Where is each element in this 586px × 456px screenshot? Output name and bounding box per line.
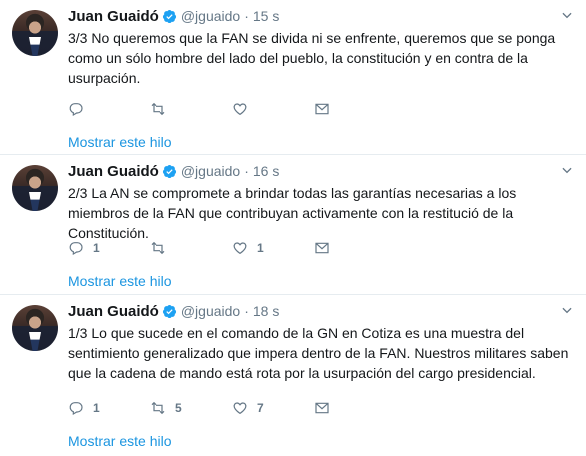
author-name[interactable]: Juan Guaidó: [68, 8, 159, 25]
tweet-timeline: Juan Guaidó @jguaido · 15 s 3/3 No quere…: [0, 0, 586, 456]
retweet-button[interactable]: [150, 240, 232, 256]
reply-icon: [69, 242, 83, 256]
like-button[interactable]: 1: [232, 240, 314, 256]
reply-count: 1: [93, 401, 100, 415]
tweet-header: Juan Guaidó @jguaido · 18 s: [68, 300, 576, 322]
retweet-icon: [151, 401, 165, 415]
author-handle[interactable]: @jguaido: [181, 303, 240, 319]
retweet-button[interactable]: 5: [150, 400, 232, 416]
separator-dot: ·: [244, 8, 249, 24]
tweet-text: 1/3 Lo que sucede en el comando de la GN…: [68, 325, 569, 381]
heart-icon: [233, 242, 247, 255]
retweet-icon: [151, 241, 165, 255]
reply-button[interactable]: 1: [68, 240, 150, 256]
reply-button[interactable]: [68, 101, 150, 117]
avatar[interactable]: [12, 305, 58, 351]
separator-dot: ·: [244, 163, 249, 179]
retweet-icon: [151, 102, 165, 116]
author-handle[interactable]: @jguaido: [181, 163, 240, 179]
reply-button[interactable]: 1: [68, 400, 150, 416]
chevron-down-icon[interactable]: [560, 8, 574, 22]
show-thread-link[interactable]: Mostrar este hilo: [68, 433, 171, 449]
tweet-content: Juan Guaidó @jguaido · 16 s 2/3 La AN se…: [68, 155, 576, 289]
tweet-content: Juan Guaidó @jguaido · 18 s 1/3 Lo que s…: [68, 295, 576, 449]
tweet-actions: 1 5 7: [68, 398, 396, 418]
dm-button[interactable]: [314, 400, 396, 416]
like-button[interactable]: [232, 101, 314, 117]
tweet-text: 2/3 La AN se compromete a brindar todas …: [68, 185, 517, 241]
like-count: 1: [257, 241, 264, 255]
heart-icon: [233, 103, 247, 116]
heart-icon: [233, 402, 247, 415]
tweet-actions: 1 1: [68, 238, 396, 258]
dm-button[interactable]: [314, 240, 396, 256]
timestamp[interactable]: 15 s: [253, 8, 279, 24]
envelope-icon: [315, 402, 329, 414]
timestamp[interactable]: 16 s: [253, 163, 279, 179]
separator-dot: ·: [244, 303, 249, 319]
show-thread-link[interactable]: Mostrar este hilo: [68, 273, 171, 289]
author-handle[interactable]: @jguaido: [181, 8, 240, 24]
reply-icon: [69, 103, 83, 117]
chevron-down-icon[interactable]: [560, 163, 574, 177]
chevron-down-icon[interactable]: [560, 303, 574, 317]
tweet[interactable]: Juan Guaidó @jguaido · 16 s 2/3 La AN se…: [0, 155, 586, 295]
reply-icon: [69, 402, 83, 416]
retweet-button[interactable]: [150, 101, 232, 117]
tweet-actions: [68, 99, 396, 119]
verified-badge-icon: [162, 164, 176, 178]
tweet[interactable]: Juan Guaidó @jguaido · 15 s 3/3 No quere…: [0, 0, 586, 155]
show-thread-link[interactable]: Mostrar este hilo: [68, 134, 171, 150]
like-button[interactable]: 7: [232, 400, 314, 416]
dm-button[interactable]: [314, 101, 396, 117]
envelope-icon: [315, 103, 329, 115]
reply-count: 1: [93, 241, 100, 255]
tweet[interactable]: Juan Guaidó @jguaido · 18 s 1/3 Lo que s…: [0, 295, 586, 456]
tweet-header: Juan Guaidó @jguaido · 16 s: [68, 160, 576, 182]
timestamp[interactable]: 18 s: [253, 303, 279, 319]
tweet-text: 3/3 No queremos que la FAN se divida ni …: [68, 30, 556, 86]
tweet-header: Juan Guaidó @jguaido · 15 s: [68, 5, 576, 27]
author-name[interactable]: Juan Guaidó: [68, 303, 159, 320]
verified-badge-icon: [162, 9, 176, 23]
envelope-icon: [315, 242, 329, 254]
avatar[interactable]: [12, 10, 58, 56]
author-name[interactable]: Juan Guaidó: [68, 163, 159, 180]
like-count: 7: [257, 401, 264, 415]
retweet-count: 5: [175, 401, 182, 415]
tweet-content: Juan Guaidó @jguaido · 15 s 3/3 No quere…: [68, 0, 576, 150]
avatar[interactable]: [12, 165, 58, 211]
verified-badge-icon: [162, 304, 176, 318]
